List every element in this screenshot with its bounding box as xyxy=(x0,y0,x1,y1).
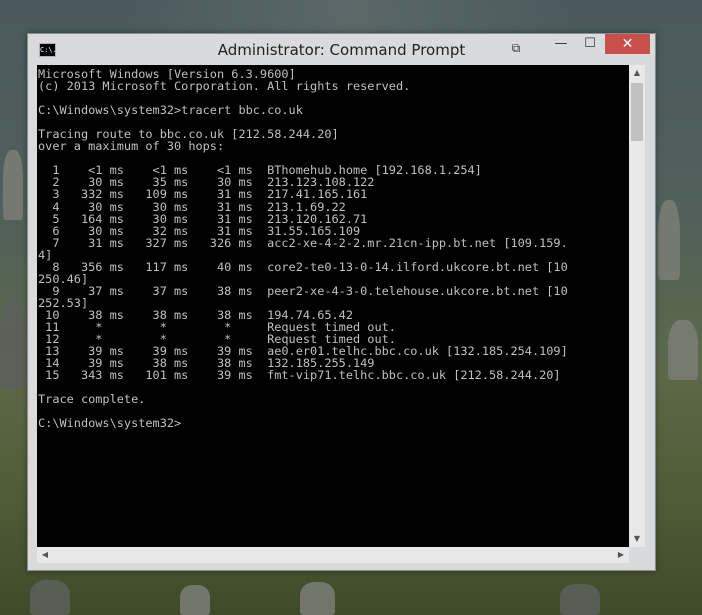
title-bar[interactable]: C:\. Administrator: Command Prompt ⧉ — ☐… xyxy=(28,34,655,66)
vertical-scrollbar[interactable]: ▲ ▼ xyxy=(629,65,645,547)
quickedit-icon[interactable]: ⧉ xyxy=(506,38,526,60)
console-line: 15 343 ms 101 ms 39 ms fmt-vip71.telhc.b… xyxy=(38,368,561,383)
background-stone xyxy=(180,585,210,615)
console-output[interactable]: Microsoft Windows [Version 6.3.9600] (c)… xyxy=(37,65,629,547)
console-line: 7 31 ms 327 ms 326 ms acc2-xe-4-2-2.mr.2… xyxy=(38,235,568,250)
background-stone xyxy=(30,580,70,615)
console-line: C:\Windows\system32>tracert bbc.co.uk xyxy=(38,103,303,118)
maximize-button[interactable]: ☐ xyxy=(577,34,603,56)
background-stone xyxy=(300,582,335,615)
console-line: C:\Windows\system32> xyxy=(38,416,182,431)
console-line: 8 356 ms 117 ms 40 ms core2-te0-13-0-14.… xyxy=(38,259,568,274)
background-stone xyxy=(3,150,23,220)
scroll-right-icon[interactable]: ▶ xyxy=(613,547,629,563)
scroll-up-icon[interactable]: ▲ xyxy=(629,65,645,81)
command-prompt-window[interactable]: C:\. Administrator: Command Prompt ⧉ — ☐… xyxy=(27,33,656,571)
background-stone xyxy=(658,200,680,280)
console-line: 9 37 ms 37 ms 38 ms peer2-xe-4-3-0.teleh… xyxy=(38,283,568,298)
close-button[interactable]: ✕ xyxy=(605,34,650,54)
scroll-down-icon[interactable]: ▼ xyxy=(629,531,645,547)
scroll-left-icon[interactable]: ◀ xyxy=(37,547,53,563)
vertical-scroll-thumb[interactable] xyxy=(631,83,643,141)
background-stone xyxy=(668,320,698,380)
console-line: over a maximum of 30 hops: xyxy=(38,139,225,154)
minimize-button[interactable]: — xyxy=(548,34,574,56)
background-stone xyxy=(0,300,26,390)
scrollbar-corner xyxy=(629,547,645,563)
horizontal-scrollbar[interactable]: ◀ ▶ xyxy=(37,547,629,563)
console-text: Microsoft Windows [Version 6.3.9600] (c)… xyxy=(37,65,629,429)
background-stone xyxy=(560,584,600,615)
console-line: Trace complete. xyxy=(38,392,146,407)
console-line: (c) 2013 Microsoft Corporation. All righ… xyxy=(38,79,411,94)
